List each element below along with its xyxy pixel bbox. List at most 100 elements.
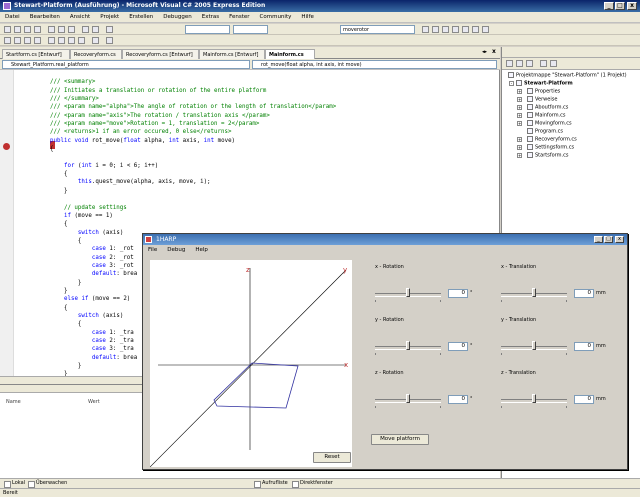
tab-watch[interactable]: Überwachen xyxy=(26,479,70,488)
tree-item-mainform[interactable]: Mainform.cs xyxy=(527,112,566,120)
tab-mainform-design[interactable]: Mainform.cs [Entwurf] xyxy=(199,49,265,59)
menu-ansicht[interactable]: Ansicht xyxy=(65,12,95,23)
tab-callstack[interactable]: Aufrufliste xyxy=(252,479,291,488)
stop-icon[interactable] xyxy=(24,37,31,44)
harp-menu-help[interactable]: Help xyxy=(190,245,213,255)
x-rotation-thumb[interactable] xyxy=(406,288,410,297)
save-icon[interactable] xyxy=(24,26,31,33)
x-translation-thumb[interactable] xyxy=(532,288,536,297)
harp-menu-debug[interactable]: Debug xyxy=(162,245,190,255)
z-rotation-thumb[interactable] xyxy=(406,394,410,403)
harp-close-button[interactable]: x xyxy=(615,236,624,243)
breakpoint-icon[interactable] xyxy=(3,143,10,150)
menu-hilfe[interactable]: Hilfe xyxy=(296,12,319,23)
solution-explorer-icon[interactable] xyxy=(432,26,439,33)
show-next-statement-icon[interactable] xyxy=(48,37,55,44)
cut-icon[interactable] xyxy=(48,26,55,33)
continue-icon[interactable] xyxy=(4,37,11,44)
editor-gutter[interactable] xyxy=(0,70,14,376)
menu-extras[interactable]: Extras xyxy=(197,12,224,23)
move-platform-button[interactable]: Move platform xyxy=(371,434,429,445)
tab-startform-design[interactable]: Startform.cs [Entwurf] xyxy=(2,49,70,59)
tree-item-movingform[interactable]: Movingform.cs xyxy=(527,120,572,128)
undo-icon[interactable] xyxy=(82,26,89,33)
x-rotation-input[interactable]: 0 xyxy=(448,289,468,298)
expander-aboutform[interactable]: + xyxy=(517,105,522,110)
expander-movingform[interactable]: + xyxy=(517,121,522,126)
save-all-icon[interactable] xyxy=(34,26,41,33)
close-doc-icon[interactable]: x xyxy=(492,48,496,55)
y-translation-thumb[interactable] xyxy=(532,341,536,350)
project-node[interactable]: Stewart-Platform xyxy=(516,80,573,88)
menu-fenster[interactable]: Fenster xyxy=(224,12,254,23)
menu-debuggen[interactable]: Debuggen xyxy=(158,12,196,23)
menu-community[interactable]: Community xyxy=(255,12,297,23)
step-over-icon[interactable] xyxy=(68,37,75,44)
more-tools-icon[interactable] xyxy=(482,26,489,33)
harp-minimize-button[interactable]: _ xyxy=(594,236,603,243)
harp-menu-file[interactable]: File xyxy=(143,245,162,255)
expander-mainform[interactable]: + xyxy=(517,113,522,118)
redo-icon[interactable] xyxy=(92,26,99,33)
tab-nav-arrows-icon[interactable]: ◂▸ xyxy=(482,49,487,55)
z-translation-input[interactable]: 0 xyxy=(574,395,594,404)
solution-root[interactable]: Projektmappe "Stewart-Platform" (1 Proje… xyxy=(508,72,627,80)
hex-icon[interactable] xyxy=(92,37,99,44)
windows-icon[interactable] xyxy=(106,37,113,44)
tree-item-program[interactable]: Program.cs xyxy=(527,128,563,136)
menu-datei[interactable]: Datei xyxy=(0,12,25,23)
properties-view-icon[interactable] xyxy=(506,60,513,67)
locals-col-value[interactable]: Wert xyxy=(88,399,100,405)
member-dropdown[interactable]: rot_move(float alpha, int axis, int move… xyxy=(252,60,497,69)
expander-minus-project[interactable]: - xyxy=(509,81,514,86)
z-translation-thumb[interactable] xyxy=(532,394,536,403)
y-rotation-input[interactable]: 0 xyxy=(448,342,468,351)
tab-recoveryform-design[interactable]: Recoveryform.cs [Entwurf] xyxy=(122,49,199,59)
config-select[interactable] xyxy=(185,25,230,34)
x-translation-input[interactable]: 0 xyxy=(574,289,594,298)
refresh-icon[interactable] xyxy=(526,60,533,67)
tab-recoveryform-code[interactable]: Recoveryform.cs xyxy=(70,49,122,59)
expander-startsform[interactable]: + xyxy=(517,153,522,158)
break-all-icon[interactable] xyxy=(14,37,21,44)
expander-recoveryform[interactable]: + xyxy=(517,137,522,142)
find-icon[interactable] xyxy=(422,26,429,33)
menu-bearbeiten[interactable]: Bearbeiten xyxy=(25,12,65,23)
open-icon[interactable] xyxy=(14,26,21,33)
reset-button[interactable]: Reset xyxy=(313,452,351,463)
tab-mainform-code[interactable]: Mainform.cs xyxy=(265,49,315,59)
view-designer-icon[interactable] xyxy=(550,60,557,67)
z-rotation-input[interactable]: 0 xyxy=(448,395,468,404)
tree-item-verweise[interactable]: Verweise xyxy=(527,96,557,104)
start-debug-icon[interactable] xyxy=(106,26,113,33)
expander-properties[interactable]: + xyxy=(517,89,522,94)
new-project-icon[interactable] xyxy=(4,26,11,33)
step-out-icon[interactable] xyxy=(78,37,85,44)
locals-col-name[interactable]: Name xyxy=(6,399,21,405)
step-into-icon[interactable] xyxy=(58,37,65,44)
start-page-icon[interactable] xyxy=(472,26,479,33)
class-dropdown[interactable]: Stewart_Platform.real_platform xyxy=(2,60,250,69)
expander-settingsform[interactable]: + xyxy=(517,145,522,150)
tree-item-aboutform[interactable]: Aboutform.cs xyxy=(527,104,568,112)
tree-item-settingsform[interactable]: Settingsform.cs xyxy=(527,144,574,152)
minimize-button[interactable]: _ xyxy=(604,2,614,10)
expander-verweise[interactable]: + xyxy=(517,97,522,102)
maximize-button[interactable]: □ xyxy=(615,2,625,10)
tree-item-recoveryform[interactable]: Recoveryform.cs xyxy=(527,136,577,144)
platform-select[interactable] xyxy=(233,25,268,34)
close-button[interactable]: x xyxy=(627,2,637,10)
harp-maximize-button[interactable]: □ xyxy=(604,236,613,243)
find-combo[interactable]: moverotor xyxy=(340,25,415,34)
tree-item-startsform[interactable]: Startsform.cs xyxy=(527,152,568,160)
restart-icon[interactable] xyxy=(34,37,41,44)
object-browser-icon[interactable] xyxy=(462,26,469,33)
y-rotation-thumb[interactable] xyxy=(406,341,410,350)
tree-item-properties[interactable]: Properties xyxy=(527,88,560,96)
menu-erstellen[interactable]: Erstellen xyxy=(124,12,158,23)
show-all-files-icon[interactable] xyxy=(516,60,523,67)
menu-projekt[interactable]: Projekt xyxy=(95,12,124,23)
properties-icon[interactable] xyxy=(442,26,449,33)
tab-locals[interactable]: Lokal xyxy=(2,479,28,488)
tab-immediate[interactable]: Direktfenster xyxy=(290,479,336,488)
